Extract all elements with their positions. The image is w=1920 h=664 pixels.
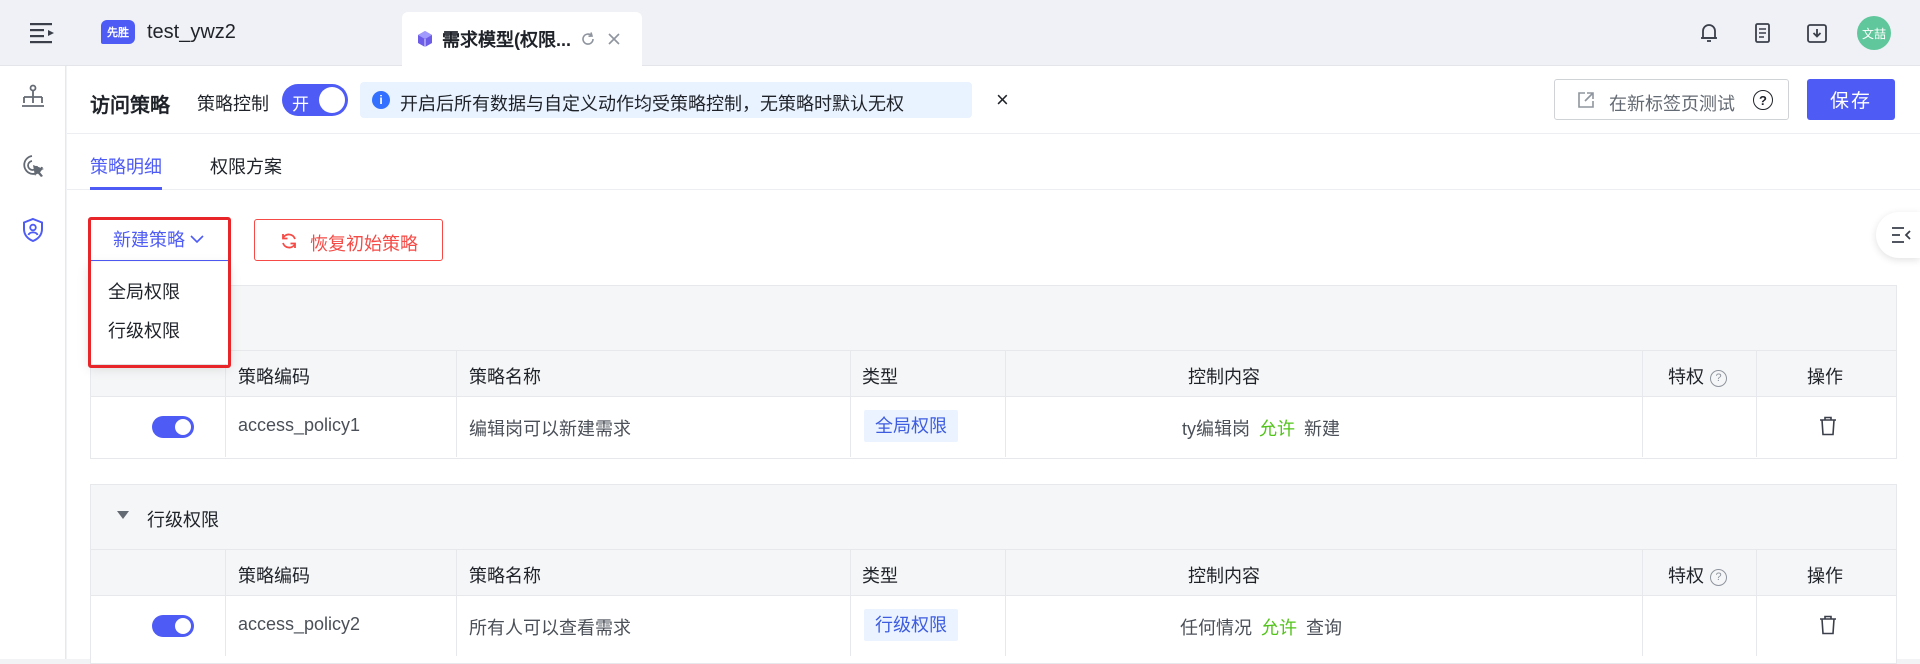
collapse-list-icon — [1892, 227, 1911, 243]
info-banner: i 开启后所有数据与自定义动作均受策略控制，无策略时默认无权 × — [360, 82, 1009, 118]
main-content: 访问策略 策略控制 开 i 开启后所有数据与自定义动作均受策略控制，无策略时默认… — [67, 66, 1920, 664]
policy-control-toggle[interactable]: 开 — [282, 84, 348, 116]
cube-icon — [418, 31, 432, 47]
control-subject: ty编辑岗 — [1181, 419, 1250, 439]
col-type: 类型 — [862, 566, 898, 586]
document-icon[interactable] — [1751, 21, 1775, 45]
policy-enable-toggle[interactable] — [152, 615, 194, 637]
col-privilege: 特权? — [1668, 562, 1727, 588]
active-tab-underline — [90, 187, 162, 190]
download-box-icon[interactable] — [1805, 21, 1829, 45]
trash-icon[interactable] — [1819, 615, 1837, 635]
col-code: 策略编码 — [238, 566, 310, 586]
tab-requirement-model[interactable]: 需求模型(权限... — [402, 12, 642, 66]
col-type: 类型 — [862, 367, 898, 387]
shield-user-icon[interactable] — [20, 217, 46, 243]
col-privilege-label: 特权 — [1668, 367, 1704, 387]
col-code: 策略编码 — [238, 367, 310, 387]
refresh-icon[interactable] — [579, 30, 597, 48]
table-header: 策略编码 策略名称 类型 控制内容 特权? 操作 — [91, 549, 1896, 596]
type-tag: 全局权限 — [864, 410, 958, 442]
restore-initial-policy-button[interactable]: 恢复初始策略 — [254, 219, 443, 261]
org-tree-icon[interactable] — [20, 84, 46, 110]
control-action: 新建 — [1304, 419, 1340, 439]
help-icon[interactable]: ? — [1710, 569, 1727, 586]
col-privilege-label: 特权 — [1668, 566, 1704, 586]
new-policy-button[interactable]: 新建策略 — [89, 218, 229, 261]
control-content: ty编辑岗 允许 新建 — [1061, 415, 1461, 441]
test-in-new-tab-button[interactable]: 在新标签页测试 ? — [1554, 79, 1789, 120]
group-header[interactable] — [91, 286, 1896, 350]
close-icon[interactable]: × — [996, 89, 1009, 111]
new-policy-dropdown: 全局权限 行级权限 — [89, 262, 229, 364]
tab-label: 需求模型(权限... — [442, 30, 571, 50]
group-title: 行级权限 — [147, 510, 219, 530]
app-name[interactable]: test_ywz2 — [147, 21, 236, 44]
table-row: access_policy2 所有人可以查看需求 行级权限 任何情况 允许 查询 — [91, 549, 1896, 656]
col-privilege: 特权? — [1668, 363, 1727, 389]
help-icon[interactable]: ? — [1753, 90, 1773, 110]
col-actions: 操作 — [1807, 367, 1843, 387]
info-text: 开启后所有数据与自定义动作均受策略控制，无策略时默认无权 — [400, 94, 904, 114]
sub-tabs: 策略明细 权限方案 — [67, 135, 1920, 190]
side-panel-handle[interactable] — [1876, 212, 1920, 258]
refresh-icon — [282, 233, 296, 249]
info-icon: i — [372, 91, 390, 109]
sidebar — [0, 66, 66, 659]
policy-name: 编辑岗可以新建需求 — [469, 419, 631, 439]
cursor-click-icon[interactable] — [20, 153, 46, 179]
new-policy-label: 新建策略 — [113, 230, 185, 250]
tab-permission-scheme[interactable]: 权限方案 — [210, 153, 282, 179]
page-title: 访问策略 — [90, 95, 170, 117]
col-actions: 操作 — [1807, 566, 1843, 586]
col-name: 策略名称 — [469, 367, 541, 387]
avatar[interactable]: 文喆 — [1857, 16, 1891, 50]
control-action: 查询 — [1306, 618, 1342, 638]
top-bar: 先胜 test_ywz2 需求模型(权限... 文喆 — [0, 0, 1920, 66]
control-effect: 允许 — [1261, 618, 1297, 638]
control-subject: 任何情况 — [1180, 618, 1252, 638]
policy-group-global: 策略编码 策略名称 类型 控制内容 特权? 操作 access_policy1 … — [90, 285, 1897, 459]
policy-name: 所有人可以查看需求 — [469, 618, 631, 638]
tab-policy-details[interactable]: 策略明细 — [90, 153, 162, 179]
col-name: 策略名称 — [469, 566, 541, 586]
dropdown-item-row-permission[interactable]: 行级权限 — [108, 317, 180, 343]
close-tab-icon[interactable] — [605, 30, 623, 48]
table-row: access_policy1 编辑岗可以新建需求 全局权限 ty编辑岗 允许 新建 — [91, 350, 1896, 457]
col-control: 控制内容 — [1188, 566, 1260, 586]
type-tag: 行级权限 — [864, 609, 958, 641]
restore-label: 恢复初始策略 — [310, 234, 418, 254]
external-link-icon — [1578, 92, 1594, 108]
group-header[interactable]: 行级权限 — [91, 485, 1896, 549]
bell-icon[interactable] — [1697, 21, 1721, 45]
col-control: 控制内容 — [1188, 367, 1260, 387]
test-button-label: 在新标签页测试 — [1609, 94, 1735, 114]
table-header: 策略编码 策略名称 类型 控制内容 特权? 操作 — [91, 350, 1896, 397]
control-content: 任何情况 允许 查询 — [1061, 614, 1461, 640]
control-effect: 允许 — [1259, 419, 1295, 439]
chevron-down-icon — [190, 235, 204, 244]
policy-enable-toggle[interactable] — [152, 416, 194, 438]
dropdown-item-global-permission[interactable]: 全局权限 — [108, 278, 180, 304]
toggle-knob — [319, 87, 345, 113]
app-logo: 先胜 — [101, 20, 135, 44]
help-icon[interactable]: ? — [1710, 370, 1727, 387]
toggle-text: 开 — [292, 95, 309, 114]
page-header: 访问策略 策略控制 开 i 开启后所有数据与自定义动作均受策略控制，无策略时默认… — [67, 66, 1920, 134]
policy-control-label: 策略控制 — [197, 94, 269, 114]
save-button[interactable]: 保存 — [1807, 79, 1895, 120]
caret-down-icon[interactable] — [117, 511, 129, 519]
menu-toggle-icon[interactable] — [30, 22, 56, 44]
policy-code: access_policy2 — [238, 614, 361, 634]
policy-code: access_policy1 — [238, 415, 361, 435]
policy-group-row: 行级权限 策略编码 策略名称 类型 控制内容 特权? 操作 access_pol… — [90, 484, 1897, 664]
trash-icon[interactable] — [1819, 416, 1837, 436]
